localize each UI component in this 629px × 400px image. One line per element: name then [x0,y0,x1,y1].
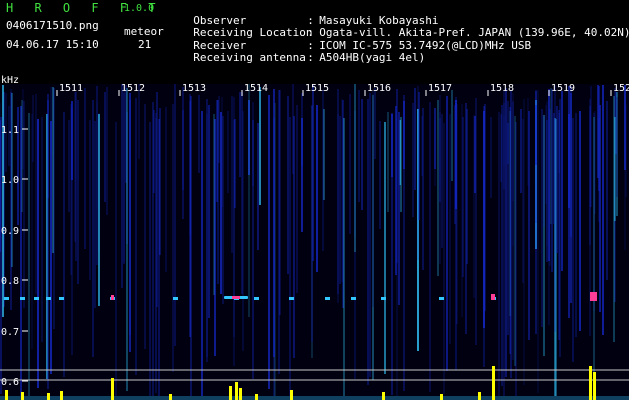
meteor-echo [4,297,9,300]
x-tick-label: 1512 [121,83,145,94]
level-baseline [0,396,629,400]
level-bar [5,390,8,400]
level-bar [111,378,114,400]
level-bar [492,366,495,400]
x-tick-label: 1515 [305,83,329,94]
meteor-echo [173,297,178,300]
level-bar [21,392,24,400]
x-tick-label: 1519 [551,83,575,94]
meteor-echo [289,297,294,300]
level-bar [47,393,50,400]
y-unit-label: kHz [1,75,19,86]
x-tick-label: 1511 [59,83,83,94]
level-bar [255,394,258,400]
meteor-echo [59,297,64,300]
spectrogram-background [0,84,629,400]
level-bar [382,392,385,400]
level-bar [290,390,293,400]
meteor-echo [34,297,39,300]
level-bar [60,391,63,400]
level-bar [589,366,592,400]
level-bar [593,372,596,400]
level-bar [478,392,481,400]
meteor-echo [46,297,51,300]
x-tick-label: 1520 [613,83,629,94]
y-tick-label: 0.7 [1,327,19,338]
y-tick-label: 0.6 [1,377,19,388]
meteor-echo [20,297,25,300]
x-tick-label: 1518 [490,83,514,94]
meteor-echo [232,296,240,299]
x-tick-label: 1514 [244,83,268,94]
meteor-echo [351,297,356,300]
meteor-echo [254,297,259,300]
meteor-echo [325,297,330,300]
level-bar [235,382,238,400]
level-bar [239,388,242,400]
meteor-echo [439,297,444,300]
level-bar [440,394,443,400]
x-tick-label: 1516 [367,83,391,94]
meteor-echo [111,295,114,300]
meteor-echo [590,292,597,301]
y-tick-label: 1.1 [1,125,19,136]
meteor-echo [491,294,495,300]
x-tick-label: 1517 [428,83,452,94]
y-tick-label: 0.9 [1,226,19,237]
level-bar [229,386,232,400]
meteor-echo [381,297,386,300]
y-tick-label: 0.8 [1,276,19,287]
level-bar [169,394,172,400]
x-tick-label: 1513 [182,83,206,94]
y-tick-label: 1.0 [1,175,19,186]
spectrogram-plot: 1511 1512 1513 1514 1515 1516 1517 1518 1519 1520… [0,75,629,400]
